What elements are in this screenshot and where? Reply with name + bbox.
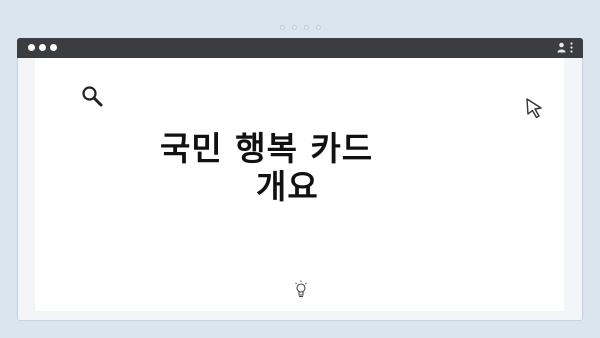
user-icon[interactable]: [557, 42, 566, 53]
window-titlebar: [17, 38, 583, 58]
pagination-dot[interactable]: [279, 25, 285, 30]
minimize-window-button[interactable]: [39, 44, 46, 51]
title-line-2: 개요: [256, 167, 319, 206]
search-icon: [82, 86, 103, 107]
page-title: 국민 행복 카드 개요: [160, 130, 450, 206]
pagination-dot[interactable]: [291, 25, 297, 30]
window-controls: [28, 44, 57, 51]
pagination-dot[interactable]: [303, 25, 309, 30]
pagination-dots: [0, 25, 600, 30]
maximize-window-button[interactable]: [50, 44, 57, 51]
titlebar-actions: [557, 42, 573, 53]
more-vertical-icon[interactable]: [570, 42, 573, 53]
close-window-button[interactable]: [28, 44, 35, 51]
cursor-arrow-icon: [526, 98, 542, 119]
title-line-1: 국민 행복 카드: [160, 129, 374, 168]
lightbulb-icon: [295, 280, 307, 297]
pagination-dot[interactable]: [315, 25, 321, 30]
